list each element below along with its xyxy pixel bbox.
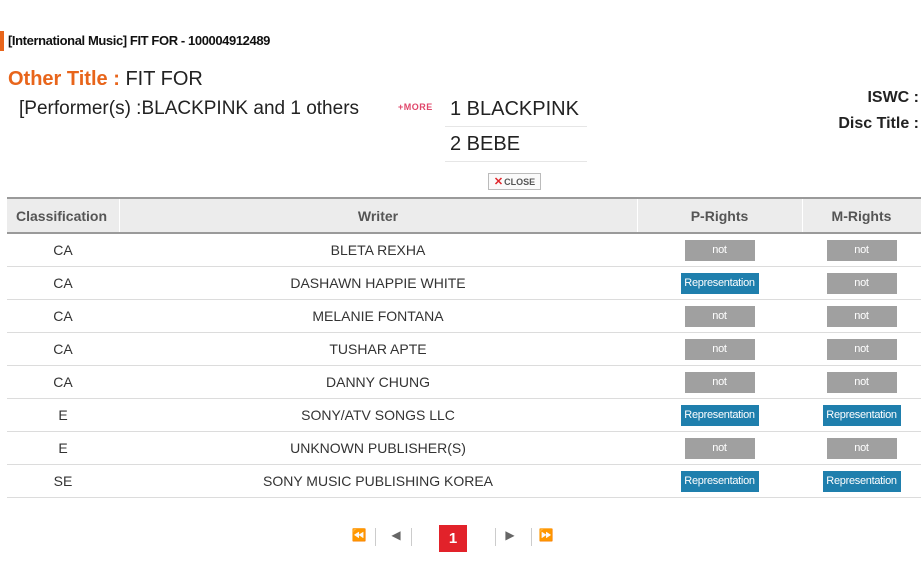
writer-cell: UNKNOWN PUBLISHER(S) <box>119 431 637 465</box>
classification-cell: E <box>7 431 119 465</box>
writer-cell: SONY MUSIC PUBLISHING KOREA <box>119 464 637 498</box>
other-title-value: FIT FOR <box>125 68 203 90</box>
m-rights-badge[interactable]: Representation <box>822 404 901 426</box>
m-rights-badge[interactable]: Representation <box>822 470 901 492</box>
pagination-divider <box>375 528 376 546</box>
performer-item: 1 BLACKPINK <box>445 92 587 127</box>
last-page-icon[interactable]: ⏩ <box>536 528 556 542</box>
close-label: CLOSE <box>504 177 536 187</box>
table-row: E SONY/ATV SONGS LLC Representation Repr… <box>7 398 921 432</box>
p-rights-badge[interactable]: not <box>684 338 755 360</box>
more-button[interactable]: +MORE <box>398 102 433 112</box>
classification-cell: CA <box>7 332 119 366</box>
p-rights-badge[interactable]: Representation <box>680 404 759 426</box>
performer-list: 1 BLACKPINK 2 BEBE <box>445 92 587 162</box>
first-page-icon[interactable]: ⏪ <box>349 528 369 542</box>
table-row: SE SONY MUSIC PUBLISHING KOREA Represent… <box>7 464 921 498</box>
classification-cell: CA <box>7 365 119 399</box>
p-rights-badge[interactable]: Representation <box>680 470 759 492</box>
other-title: Other Title : FIT FOR <box>8 66 203 92</box>
table-row: E UNKNOWN PUBLISHER(S) not not <box>7 431 921 465</box>
writer-cell: BLETA REXHA <box>119 233 637 267</box>
current-page-button[interactable]: 1 <box>439 525 467 552</box>
table-row: CA MELANIE FONTANA not not <box>7 299 921 333</box>
writer-cell: SONY/ATV SONGS LLC <box>119 398 637 432</box>
m-rights-badge[interactable]: not <box>826 371 897 393</box>
classification-cell: E <box>7 398 119 432</box>
header-writer: Writer <box>119 198 638 234</box>
performers-summary: [Performer(s) :BLACKPINK and 1 others <box>19 98 360 119</box>
iswc-label: ISWC : <box>867 89 919 106</box>
pagination: ⏪ ◀ 1 ▶ ⏩ <box>0 522 921 552</box>
performer-item: 2 BEBE <box>445 127 587 162</box>
m-rights-badge[interactable]: not <box>826 239 897 261</box>
table-row: CA BLETA REXHA not not <box>7 233 921 267</box>
writer-cell: DASHAWN HAPPIE WHITE <box>119 266 637 300</box>
table-row: CA DASHAWN HAPPIE WHITE Representation n… <box>7 266 921 300</box>
header-classification: Classification <box>7 198 120 234</box>
classification-cell: CA <box>7 299 119 333</box>
table-row: CA TUSHAR APTE not not <box>7 332 921 366</box>
close-button[interactable]: ✕CLOSE <box>488 173 541 190</box>
p-rights-badge[interactable]: not <box>684 371 755 393</box>
classification-cell: CA <box>7 266 119 300</box>
pagination-divider <box>495 528 496 546</box>
writer-cell: DANNY CHUNG <box>119 365 637 399</box>
rights-table: Classification Writer P-Rights M-Rights … <box>7 197 921 498</box>
p-rights-badge[interactable]: not <box>684 437 755 459</box>
other-title-label: Other Title : <box>8 68 120 90</box>
writer-cell: TUSHAR APTE <box>119 332 637 366</box>
m-rights-badge[interactable]: not <box>826 437 897 459</box>
pagination-divider <box>531 528 532 546</box>
m-rights-badge[interactable]: not <box>826 338 897 360</box>
pagination-divider <box>411 528 412 546</box>
classification-cell: SE <box>7 464 119 498</box>
m-rights-badge[interactable]: not <box>826 272 897 294</box>
p-rights-badge[interactable]: not <box>684 305 755 327</box>
header-p-rights: P-Rights <box>637 198 803 234</box>
classification-cell: CA <box>7 233 119 267</box>
m-rights-badge[interactable]: not <box>826 305 897 327</box>
table-header-row: Classification Writer P-Rights M-Rights <box>7 198 921 234</box>
p-rights-badge[interactable]: Representation <box>680 272 759 294</box>
disc-title-label: Disc Title : <box>838 115 919 132</box>
header-m-rights: M-Rights <box>802 198 921 234</box>
prev-page-icon[interactable]: ◀ <box>386 528 406 542</box>
close-icon: ✕ <box>493 176 504 188</box>
next-page-icon[interactable]: ▶ <box>500 528 520 542</box>
writer-cell: MELANIE FONTANA <box>119 299 637 333</box>
page-title: [International Music] FIT FOR - 10000491… <box>0 31 270 51</box>
table-row: CA DANNY CHUNG not not <box>7 365 921 399</box>
p-rights-badge[interactable]: not <box>684 239 755 261</box>
